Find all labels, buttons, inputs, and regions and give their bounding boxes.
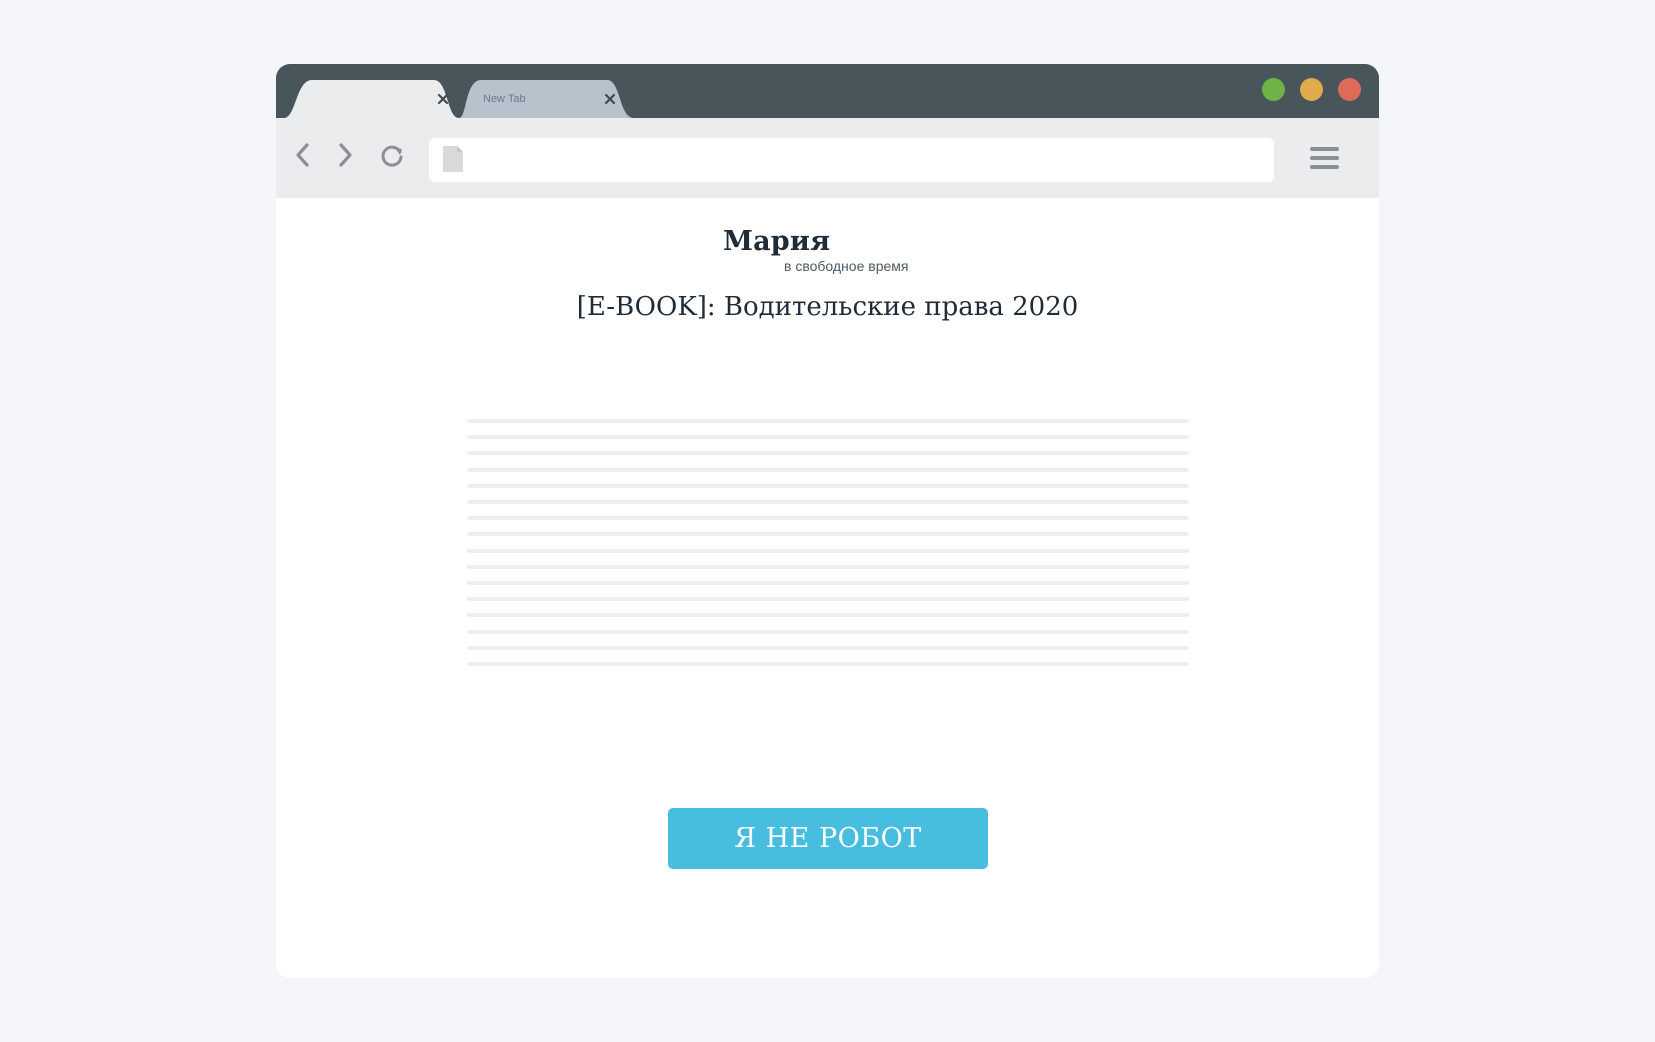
placeholder-text-line xyxy=(467,613,1189,617)
placeholder-text-line xyxy=(467,646,1189,650)
chevron-left-icon[interactable] xyxy=(288,140,318,170)
chevron-right-icon[interactable] xyxy=(330,140,360,170)
window-maximize-button[interactable] xyxy=(1262,78,1285,101)
placeholder-text-line xyxy=(467,484,1189,488)
placeholder-text-line xyxy=(467,565,1189,569)
page-icon xyxy=(443,146,463,172)
placeholder-text-block xyxy=(467,419,1189,669)
not-robot-button[interactable]: Я НЕ РОБОТ xyxy=(668,808,988,869)
placeholder-text-line xyxy=(467,435,1189,439)
browser-window: New Tab Мария в свободное время [E-BOOK]… xyxy=(276,64,1379,978)
address-bar[interactable] xyxy=(429,138,1274,182)
tab-new-tab[interactable]: New Tab xyxy=(459,80,634,118)
tab-new-tab-title: New Tab xyxy=(483,93,526,105)
window-minimize-button[interactable] xyxy=(1300,78,1323,101)
placeholder-text-line xyxy=(467,500,1189,504)
window-close-button[interactable] xyxy=(1338,78,1361,101)
tab-active[interactable] xyxy=(284,80,459,118)
placeholder-text-line xyxy=(467,532,1189,536)
browser-titlebar: New Tab xyxy=(276,64,1379,118)
brand-name: Мария xyxy=(723,226,831,257)
page-title: [E-BOOK]: Водительские права 2020 xyxy=(576,292,1079,322)
placeholder-text-line xyxy=(467,630,1189,634)
placeholder-text-line xyxy=(467,662,1189,666)
page-content: Мария в свободное время [E-BOOK]: Водите… xyxy=(276,198,1379,978)
placeholder-text-line xyxy=(467,468,1189,472)
reload-icon[interactable] xyxy=(377,140,407,170)
hamburger-menu-icon[interactable] xyxy=(1308,144,1342,174)
tab-shape xyxy=(284,80,459,118)
placeholder-text-line xyxy=(467,419,1189,423)
placeholder-text-line xyxy=(467,581,1189,585)
placeholder-text-line xyxy=(467,549,1189,553)
close-icon[interactable] xyxy=(436,92,450,106)
brand-logo[interactable]: Мария в свободное время xyxy=(723,226,943,276)
close-icon[interactable] xyxy=(603,92,617,106)
placeholder-text-line xyxy=(467,516,1189,520)
page-background: New Tab Мария в свободное время [E-BOOK]… xyxy=(0,0,1655,1042)
placeholder-text-line xyxy=(467,451,1189,455)
brand-tagline: в свободное время xyxy=(784,258,909,274)
placeholder-text-line xyxy=(467,597,1189,601)
